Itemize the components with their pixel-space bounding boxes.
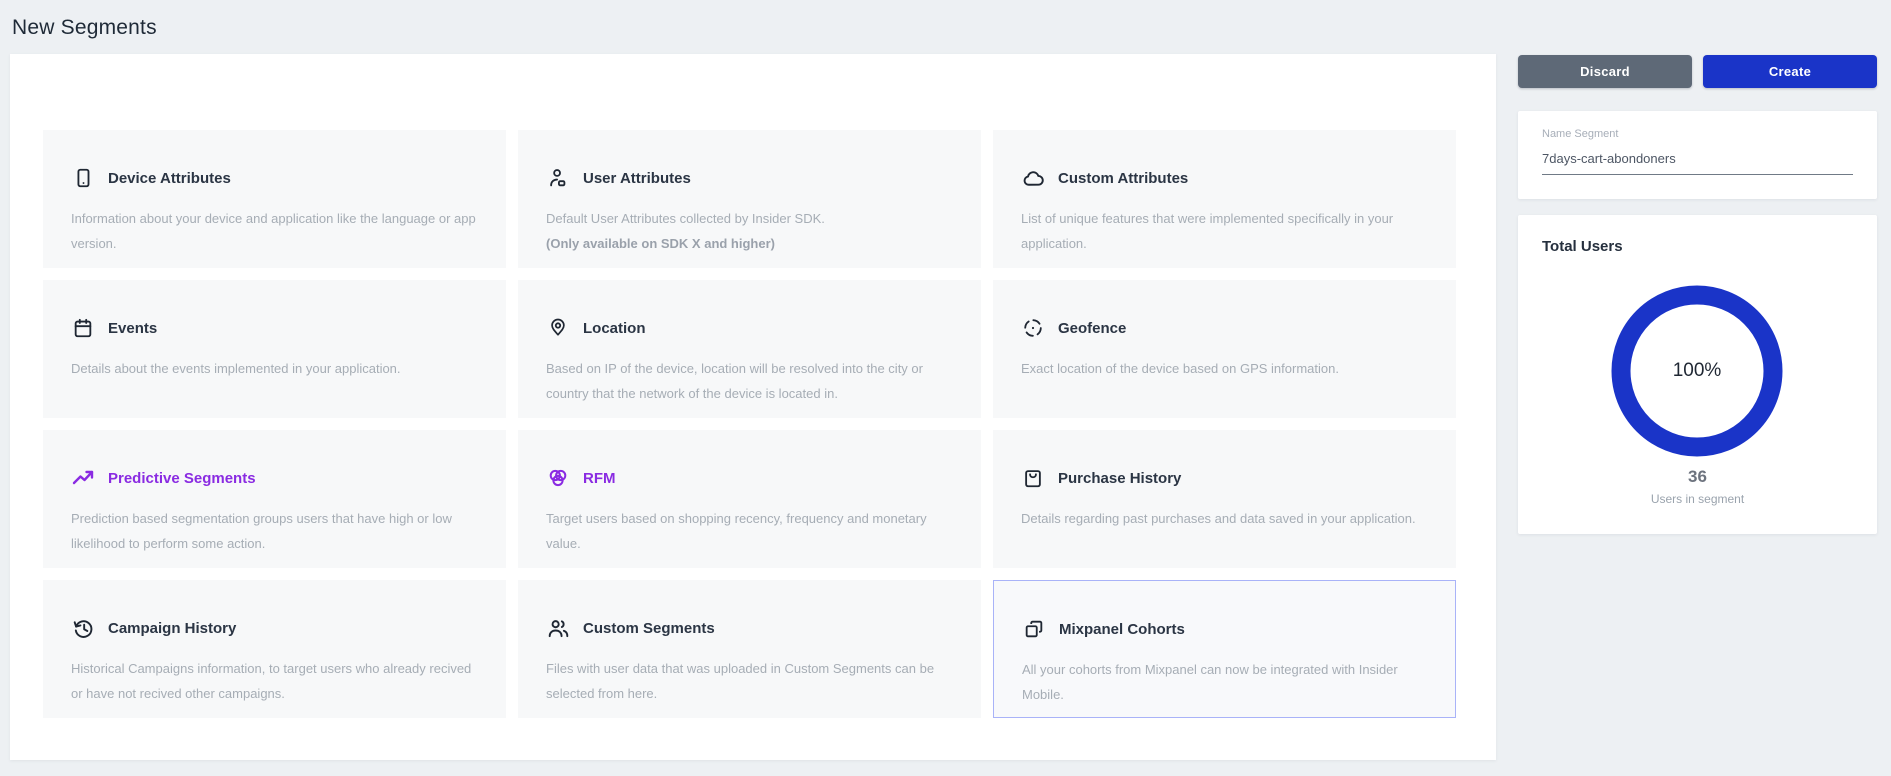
cloud-icon: [1021, 166, 1045, 190]
segment-categories-panel: Choose a category before creating a new …: [10, 54, 1496, 760]
category-card-location[interactable]: Location Based on IP of the device, loca…: [518, 280, 981, 418]
create-button[interactable]: Create: [1703, 55, 1877, 88]
card-description: All your cohorts from Mixpanel can now b…: [1022, 657, 1427, 707]
category-card-device-attributes[interactable]: Device Attributes Information about your…: [43, 130, 506, 268]
category-card-user-attributes[interactable]: User Attributes Default User Attributes …: [518, 130, 981, 268]
category-card-rfm[interactable]: RFM Target users based on shopping recen…: [518, 430, 981, 568]
map-pin-icon: [546, 316, 570, 340]
category-card-custom-segments[interactable]: Custom Segments Files with user data tha…: [518, 580, 981, 718]
category-card-campaign-history[interactable]: Campaign History Historical Campaigns in…: [43, 580, 506, 718]
category-card-geofence[interactable]: Geofence Exact location of the device ba…: [993, 280, 1456, 418]
card-title: Purchase History: [1058, 470, 1181, 487]
category-card-mixpanel-cohorts[interactable]: Mixpanel Cohorts All your cohorts from M…: [993, 580, 1456, 718]
card-description: Based on IP of the device, location will…: [546, 356, 953, 406]
card-description: Information about your device and applic…: [71, 206, 478, 256]
category-card-events[interactable]: Events Details about the events implemen…: [43, 280, 506, 418]
card-title: RFM: [583, 470, 616, 487]
card-description: Target users based on shopping recency, …: [546, 506, 953, 556]
card-title: Predictive Segments: [108, 470, 256, 487]
users-count-caption: Users in segment: [1518, 492, 1877, 506]
geofence-crosshair-icon: [1021, 316, 1045, 340]
user-badge-icon: [546, 166, 570, 190]
card-title: Device Attributes: [108, 170, 231, 187]
trend-arrow-icon: [71, 466, 95, 490]
link-squares-icon: [1022, 617, 1046, 641]
discard-button[interactable]: Discard: [1518, 55, 1692, 88]
card-description: Files with user data that was uploaded i…: [546, 656, 953, 706]
category-card-predictive-segments[interactable]: Predictive Segments Prediction based seg…: [43, 430, 506, 568]
page-title: New Segments: [12, 16, 157, 40]
name-segment-input[interactable]: [1542, 147, 1853, 175]
category-card-custom-attributes[interactable]: Custom Attributes List of unique feature…: [993, 130, 1456, 268]
shopping-bag-icon: [1021, 466, 1045, 490]
card-title: User Attributes: [583, 170, 691, 187]
history-clock-icon: [71, 616, 95, 640]
total-users-title: Total Users: [1542, 238, 1623, 255]
card-description: List of unique features that were implem…: [1021, 206, 1428, 256]
card-description: Historical Campaigns information, to tar…: [71, 656, 478, 706]
card-title: Custom Segments: [583, 620, 715, 637]
card-description: Default User Attributes collected by Ins…: [546, 206, 953, 231]
users-count: 36: [1518, 467, 1877, 487]
card-title: Geofence: [1058, 320, 1126, 337]
card-title: Mixpanel Cohorts: [1059, 621, 1185, 638]
card-title: Campaign History: [108, 620, 236, 637]
card-description: Details about the events implemented in …: [71, 356, 478, 381]
category-card-purchase-history[interactable]: Purchase History Details regarding past …: [993, 430, 1456, 568]
users-icon: [546, 616, 570, 640]
card-description: Prediction based segmentation groups use…: [71, 506, 478, 556]
name-segment-label: Name Segment: [1542, 128, 1618, 140]
total-users-panel: Total Users 100% 36 Users in segment: [1518, 215, 1877, 534]
venn-circles-icon: [546, 466, 570, 490]
card-description: Exact location of the device based on GP…: [1021, 356, 1428, 381]
card-title: Custom Attributes: [1058, 170, 1188, 187]
name-segment-panel: Name Segment: [1518, 111, 1877, 199]
card-description-bold: (Only available on SDK X and higher): [546, 231, 953, 256]
card-description: Details regarding past purchases and dat…: [1021, 506, 1428, 531]
total-users-donut-chart: 100%: [1602, 276, 1792, 466]
smartphone-icon: [71, 166, 95, 190]
card-title: Location: [583, 320, 646, 337]
donut-percent-label: 100%: [1602, 276, 1792, 466]
category-cards-grid: Device Attributes Information about your…: [43, 130, 1456, 718]
calendar-icon: [71, 316, 95, 340]
card-title: Events: [108, 320, 157, 337]
